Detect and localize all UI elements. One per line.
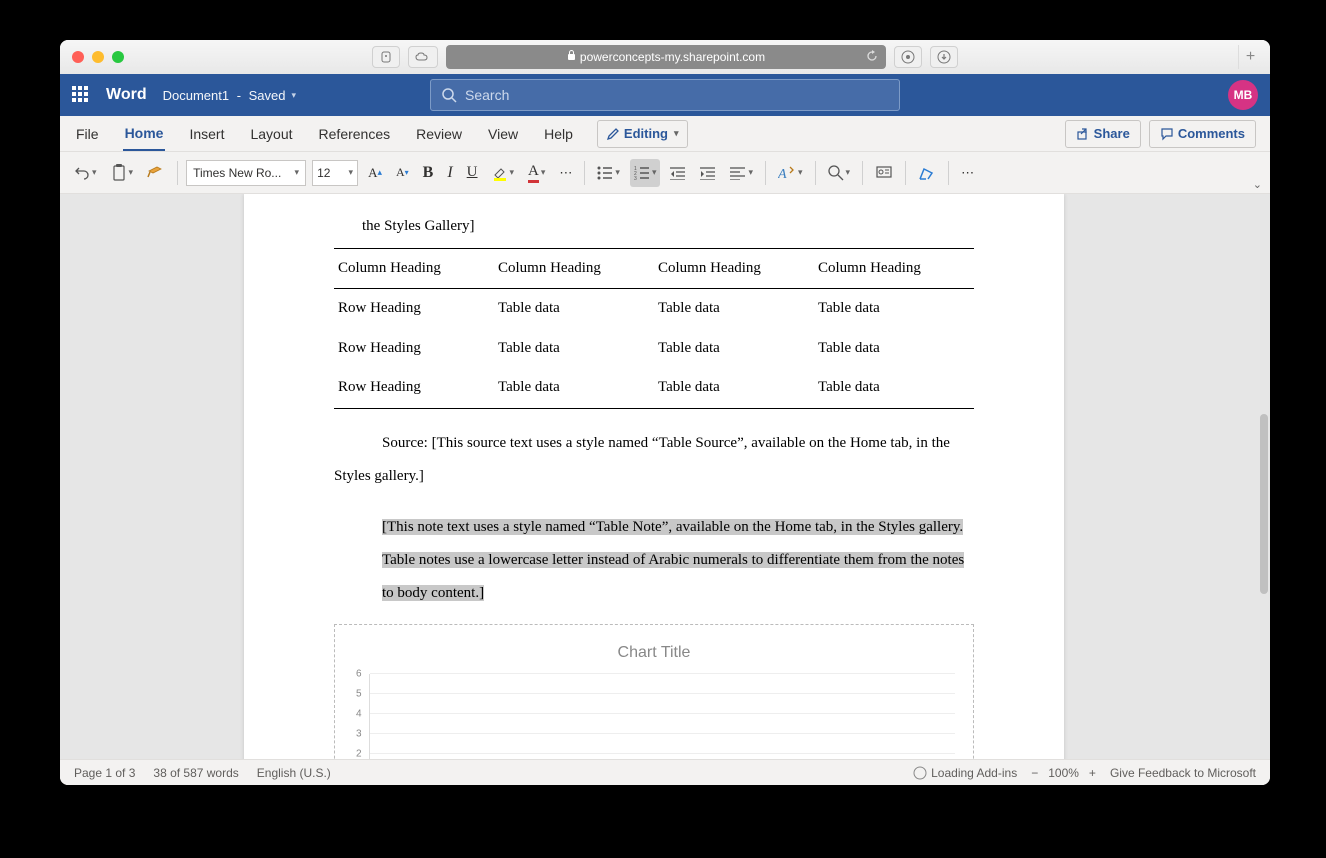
bullets-button[interactable]: ▾: [593, 159, 624, 187]
document-canvas[interactable]: the Styles Gallery] Column HeadingColumn…: [60, 194, 1270, 759]
find-button[interactable]: ▾: [824, 159, 855, 187]
lock-icon: [567, 50, 576, 64]
chart-object[interactable]: Chart Title 23456: [334, 624, 974, 760]
document-page: the Styles Gallery] Column HeadingColumn…: [244, 194, 1064, 759]
undo-button[interactable]: ▾: [70, 159, 101, 187]
tab-review[interactable]: Review: [414, 118, 464, 150]
tab-view[interactable]: View: [486, 118, 520, 150]
tab-file[interactable]: File: [74, 118, 101, 150]
fullscreen-window-button[interactable]: [112, 51, 124, 63]
reload-icon[interactable]: [866, 50, 878, 65]
numbering-button[interactable]: 123▾: [630, 159, 661, 187]
addins-status: Loading Add-ins: [913, 766, 1017, 780]
url-text: powerconcepts-my.sharepoint.com: [580, 50, 765, 64]
shrink-font-button[interactable]: A▾: [392, 159, 413, 187]
tab-insert[interactable]: Insert: [187, 118, 226, 150]
search-input[interactable]: Search: [430, 79, 900, 111]
document-table: Column HeadingColumn HeadingColumn Headi…: [334, 248, 974, 409]
share-button[interactable]: Share: [1065, 120, 1141, 148]
underline-button[interactable]: U: [463, 159, 482, 187]
styles-button[interactable]: A▾: [774, 159, 807, 187]
dictate-button[interactable]: [871, 159, 897, 187]
new-tab-button[interactable]: +: [1238, 45, 1262, 69]
table-header: Column Heading: [494, 248, 654, 289]
grow-font-button[interactable]: A▴: [364, 159, 386, 187]
user-avatar[interactable]: MB: [1228, 80, 1258, 110]
chevron-down-icon: ▾: [674, 128, 679, 139]
chart-title: Chart Title: [353, 639, 955, 666]
table-row: Row HeadingTable dataTable dataTable dat…: [334, 368, 974, 408]
editing-mode-button[interactable]: Editing ▾: [597, 120, 688, 148]
table-header: Column Heading: [334, 248, 494, 289]
table-header: Column Heading: [654, 248, 814, 289]
table-note: a. [This note text uses a style named “T…: [334, 511, 974, 610]
paste-button[interactable]: ▾: [107, 159, 138, 187]
increase-indent-button[interactable]: [696, 159, 720, 187]
tab-home[interactable]: Home: [123, 117, 166, 151]
decrease-indent-button[interactable]: [666, 159, 690, 187]
font-name-select[interactable]: Times New Ro...▾: [186, 160, 306, 186]
share-icon: [1076, 127, 1090, 141]
tab-layout[interactable]: Layout: [248, 118, 294, 150]
table-row: Row HeadingTable dataTable dataTable dat…: [334, 289, 974, 329]
app-name: Word: [106, 86, 147, 104]
cloud-icon[interactable]: [408, 46, 438, 68]
url-bar[interactable]: powerconcepts-my.sharepoint.com: [446, 45, 886, 69]
highlight-button[interactable]: ▾: [488, 159, 519, 187]
page-indicator[interactable]: Page 1 of 3: [74, 766, 135, 780]
minimize-window-button[interactable]: [92, 51, 104, 63]
chevron-down-icon: ▾: [292, 90, 297, 101]
ribbon-tabs: File Home Insert Layout References Revie…: [60, 116, 1270, 152]
table-row: Row HeadingTable dataTable dataTable dat…: [334, 329, 974, 369]
word-header: Word Document1 - Saved ▾ Search MB: [60, 74, 1270, 116]
downloads-icon[interactable]: [930, 46, 958, 68]
mac-titlebar: powerconcepts-my.sharepoint.com +: [60, 40, 1270, 74]
word-count[interactable]: 38 of 587 words: [153, 766, 238, 780]
font-size-select[interactable]: 12▾: [312, 160, 358, 186]
status-bar: Page 1 of 3 38 of 587 words English (U.S…: [60, 759, 1270, 785]
zoom-out-button[interactable]: −: [1031, 766, 1038, 780]
zoom-control[interactable]: − 100% +: [1031, 766, 1096, 780]
selected-text[interactable]: [This note text uses a style named “Tabl…: [382, 519, 964, 601]
privacy-report-button[interactable]: [372, 46, 400, 68]
circle-down-icon[interactable]: [894, 46, 922, 68]
font-color-button[interactable]: A▾: [524, 159, 549, 187]
zoom-level: 100%: [1048, 766, 1079, 780]
italic-button[interactable]: I: [443, 159, 456, 187]
zoom-in-button[interactable]: +: [1089, 766, 1096, 780]
align-button[interactable]: ▾: [726, 159, 757, 187]
search-icon: [441, 87, 457, 103]
app-launcher-icon[interactable]: [72, 86, 90, 104]
pencil-icon: [606, 127, 620, 141]
close-window-button[interactable]: [72, 51, 84, 63]
language-indicator[interactable]: English (U.S.): [257, 766, 331, 780]
format-painter-button[interactable]: [143, 159, 169, 187]
toolbar: ▾ ▾ Times New Ro...▾ 12▾ A▴ A▾ B I U ▾ A…: [60, 152, 1270, 194]
more-font-button[interactable]: ⋯: [555, 159, 576, 187]
document-title[interactable]: Document1 - Saved ▾: [163, 88, 296, 103]
traffic-lights: [72, 51, 124, 63]
svg-text:A: A: [778, 167, 787, 181]
bold-button[interactable]: B: [419, 159, 438, 187]
table-header: Column Heading: [814, 248, 974, 289]
feedback-link[interactable]: Give Feedback to Microsoft: [1110, 766, 1256, 780]
comment-icon: [1160, 127, 1174, 141]
collapse-ribbon-icon[interactable]: ⌄: [1253, 178, 1262, 191]
vertical-scrollbar[interactable]: [1260, 414, 1268, 594]
tab-help[interactable]: Help: [542, 118, 575, 150]
chart-plot: 23456: [369, 674, 955, 759]
comments-button[interactable]: Comments: [1149, 120, 1256, 148]
editor-button[interactable]: [914, 159, 940, 187]
app-window: powerconcepts-my.sharepoint.com + Word D…: [60, 40, 1270, 785]
addins-icon: [913, 766, 927, 780]
remnant-line: the Styles Gallery]: [334, 214, 974, 240]
svg-text:3: 3: [634, 176, 637, 180]
table-source-text: Source: [This source text uses a style n…: [334, 427, 974, 493]
tab-references[interactable]: References: [317, 118, 393, 150]
more-commands-button[interactable]: ⋯: [957, 159, 978, 187]
